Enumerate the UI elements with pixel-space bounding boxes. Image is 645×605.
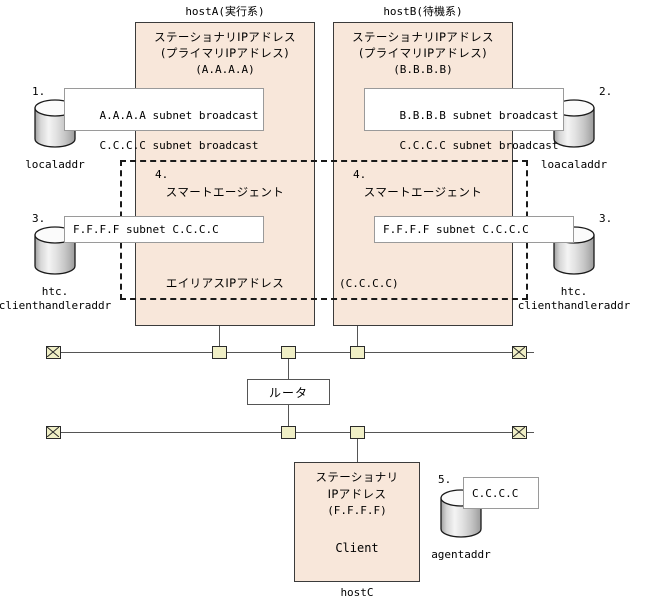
cylinder-4-label-line1: htc.: [560, 285, 588, 298]
agentaddr-callout: C.C.C.C: [463, 477, 539, 509]
lower-bus-right-terminator: [512, 426, 527, 439]
hostB-stationary-line1: ステーショナリIPアドレス: [352, 30, 494, 44]
cylinder-2-label: loacaladdr: [540, 158, 608, 171]
cylinder-3-number: 3.: [32, 212, 46, 225]
hostA-stationary-line3: (A.A.A.A): [195, 63, 255, 76]
localaddr-b-line2: C.C.C.C subnet broadcast: [399, 139, 559, 152]
hostB-stationary-line2: (プライマリIPアドレス): [359, 46, 487, 60]
router-downlink: [288, 405, 289, 426]
router-label: ルータ: [268, 385, 308, 400]
cylinder-1-number: 1.: [32, 85, 46, 98]
cylinder-3-label-line1: htc.: [41, 285, 69, 298]
router-box[interactable]: ルータ: [247, 379, 330, 405]
hostC-caption: hostC: [340, 586, 374, 599]
cylinder-5-number: 5.: [438, 473, 452, 486]
hostB-agent-number: 4.: [353, 168, 367, 181]
cylinder-2-number: 2.: [599, 85, 613, 98]
hostA-stationary-line1: ステーショナリIPアドレス: [154, 30, 296, 44]
lower-bus-node-router: [281, 426, 296, 439]
diagram-canvas: hostA(実行系) ステーショナリIPアドレス (プライマリIPアドレス) (…: [0, 0, 645, 605]
hostA-stationary-line2: (プライマリIPアドレス): [161, 46, 289, 60]
hostC-stationary-line1: ステーショナリ: [315, 470, 399, 484]
cylinder-4-number: 3.: [599, 212, 613, 225]
hostA-downlink: [219, 326, 220, 348]
localaddr-a-line2: C.C.C.C subnet broadcast: [99, 139, 259, 152]
localaddr-b-line1: B.B.B.B subnet broadcast: [399, 109, 559, 122]
cylinder-3-label-line2: clienthandleraddr: [0, 299, 112, 312]
router-uplink: [288, 359, 289, 379]
hostB-alias-value: (C.C.C.C): [339, 277, 399, 290]
hostB-stationary-line3: (B.B.B.B): [393, 63, 453, 76]
localaddr-a-line1: A.A.A.A subnet broadcast: [99, 109, 259, 122]
handler-a-text: F.F.F.F subnet C.C.C.C: [73, 223, 219, 236]
upper-bus-node-router: [281, 346, 296, 359]
handler-a-callout: F.F.F.F subnet C.C.C.C: [64, 216, 264, 243]
upper-bus-right-terminator: [512, 346, 527, 359]
hostC-role: Client: [335, 541, 379, 555]
hostC-uplink: [357, 439, 358, 462]
localaddr-a-callout: A.A.A.A subnet broadcast C.C.C.C subnet …: [64, 88, 264, 152]
agentaddr-text: C.C.C.C: [472, 486, 519, 500]
cylinder-5-label: agentaddr: [431, 548, 491, 561]
hostA-agent-number: 4.: [155, 168, 169, 181]
hostC-stationary-line2: IPアドレス: [327, 487, 387, 501]
upper-bus-node-hostB: [350, 346, 365, 359]
upper-bus-node-hostA: [212, 346, 227, 359]
hostB-downlink: [357, 326, 358, 348]
hostA-caption: hostA(実行系): [185, 5, 265, 18]
hostB-agent-label: スマートエージェント: [363, 185, 483, 199]
hostA-agent-label: スマートエージェント: [165, 185, 285, 199]
hostA-alias-label: エイリアスIPアドレス: [165, 276, 285, 290]
handler-b-text: F.F.F.F subnet C.C.C.C: [383, 223, 529, 236]
localaddr-b-callout: B.B.B.B subnet broadcast C.C.C.C subnet …: [364, 88, 564, 152]
hostC-stationary-line3: (F.F.F.F): [327, 504, 387, 517]
upper-bus-left-terminator: [46, 346, 61, 359]
handler-b-callout: F.F.F.F subnet C.C.C.C: [374, 216, 574, 243]
lower-bus-left-terminator: [46, 426, 61, 439]
cylinder-4-label-line2: clienthandleraddr: [517, 299, 631, 312]
cylinder-1-label: localaddr: [25, 158, 85, 171]
lower-bus-node-hostC: [350, 426, 365, 439]
hostB-caption: hostB(待機系): [383, 5, 463, 18]
